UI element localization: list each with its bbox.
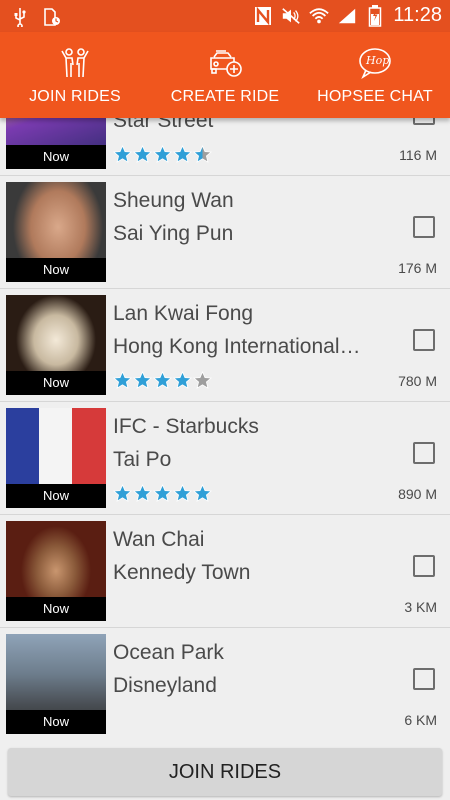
star-icon bbox=[193, 484, 212, 502]
distance: 3 KM bbox=[404, 599, 437, 615]
nfc-icon bbox=[253, 5, 273, 27]
list-item[interactable]: Now Ocean Park Disneyland 6 KM bbox=[0, 628, 450, 740]
sim-card-icon bbox=[42, 6, 62, 28]
top-nav: JOIN RIDES CREATE RIDE Hop HOPSEE CHAT bbox=[0, 32, 450, 118]
avatar: Now bbox=[6, 295, 106, 395]
star-rating bbox=[113, 145, 212, 164]
star-icon bbox=[173, 145, 192, 163]
time-label: Now bbox=[6, 371, 106, 395]
star-icon bbox=[193, 371, 212, 389]
select-checkbox[interactable] bbox=[413, 118, 435, 125]
list-item[interactable]: Now IFC - Starbucks Tai Po 890 M bbox=[0, 402, 450, 515]
time-label: Now bbox=[6, 710, 106, 734]
bottom-bar: JOIN RIDES bbox=[0, 740, 450, 800]
star-icon bbox=[113, 484, 132, 502]
from-location: Sheung Wan bbox=[113, 189, 234, 212]
list-item[interactable]: Now Wan Chai Kennedy Town 3 KM bbox=[0, 515, 450, 628]
distance: 116 M bbox=[399, 147, 437, 163]
select-checkbox[interactable] bbox=[413, 442, 435, 464]
people-icon bbox=[57, 46, 93, 80]
usb-icon bbox=[10, 6, 30, 28]
select-checkbox[interactable] bbox=[413, 216, 435, 238]
time-label: Now bbox=[6, 597, 106, 621]
time-label: Now bbox=[6, 484, 106, 508]
star-icon bbox=[173, 484, 192, 502]
star-icon bbox=[153, 484, 172, 502]
to-location: Hong Kong International… bbox=[113, 335, 361, 358]
car-add-icon bbox=[207, 46, 243, 80]
star-icon bbox=[133, 371, 152, 389]
list-item[interactable]: Now Sheung Wan Sai Ying Pun 176 M bbox=[0, 176, 450, 289]
join-rides-button[interactable]: JOIN RIDES bbox=[8, 748, 442, 796]
time-label: Now bbox=[6, 258, 106, 282]
tab-create-ride-label: CREATE RIDE bbox=[170, 88, 280, 105]
chat-bubble-text: Hop bbox=[366, 54, 390, 67]
time-label: Now bbox=[6, 145, 106, 169]
signal-icon bbox=[337, 5, 357, 27]
wifi-icon bbox=[309, 5, 330, 27]
battery-icon bbox=[365, 4, 385, 27]
avatar: Now bbox=[6, 118, 106, 169]
to-location: Sai Ying Pun bbox=[113, 222, 234, 245]
distance: 6 KM bbox=[404, 712, 437, 728]
select-checkbox[interactable] bbox=[413, 555, 435, 577]
distance: 890 M bbox=[398, 486, 437, 502]
from-location: IFC - Starbucks bbox=[113, 415, 259, 438]
avatar: Now bbox=[6, 634, 106, 734]
tab-create-ride[interactable]: CREATE RIDE bbox=[150, 32, 300, 118]
distance: 176 M bbox=[398, 260, 437, 276]
tab-hopsee-chat-label: HOPSEE CHAT bbox=[317, 88, 433, 105]
to-location: Tai Po bbox=[113, 448, 172, 471]
tab-hopsee-chat[interactable]: Hop HOPSEE CHAT bbox=[300, 32, 450, 118]
mute-icon bbox=[281, 5, 301, 27]
to-location: Star Street bbox=[113, 118, 214, 132]
distance: 780 M bbox=[398, 373, 437, 389]
avatar: Now bbox=[6, 521, 106, 621]
list-item[interactable]: Now Lan Kwai Fong Hong Kong Internationa… bbox=[0, 289, 450, 402]
chat-bubble-icon: Hop bbox=[357, 46, 393, 80]
ride-list[interactable]: Now Star Street 116 M Now Sheung Wan Sai… bbox=[0, 118, 450, 740]
from-location: Wan Chai bbox=[113, 528, 205, 551]
to-location: Kennedy Town bbox=[113, 561, 251, 584]
star-icon bbox=[133, 484, 152, 502]
star-icon bbox=[153, 145, 172, 163]
from-location: Ocean Park bbox=[113, 641, 224, 664]
select-checkbox[interactable] bbox=[413, 668, 435, 690]
star-rating bbox=[113, 484, 212, 503]
avatar: Now bbox=[6, 408, 106, 508]
list-item[interactable]: Now Star Street 116 M bbox=[0, 118, 450, 176]
avatar: Now bbox=[6, 182, 106, 282]
to-location: Disneyland bbox=[113, 674, 217, 697]
star-icon bbox=[173, 371, 192, 389]
star-icon bbox=[113, 145, 132, 163]
status-bar: 11:28 bbox=[0, 0, 450, 32]
tab-join-rides-label: JOIN RIDES bbox=[29, 88, 121, 105]
select-checkbox[interactable] bbox=[413, 329, 435, 351]
clock: 11:28 bbox=[393, 4, 442, 26]
star-rating bbox=[113, 371, 212, 390]
star-icon bbox=[113, 371, 132, 389]
star-icon bbox=[193, 145, 212, 163]
from-location: Lan Kwai Fong bbox=[113, 302, 254, 325]
star-icon bbox=[133, 145, 152, 163]
star-icon bbox=[153, 371, 172, 389]
tab-join-rides[interactable]: JOIN RIDES bbox=[0, 32, 150, 118]
